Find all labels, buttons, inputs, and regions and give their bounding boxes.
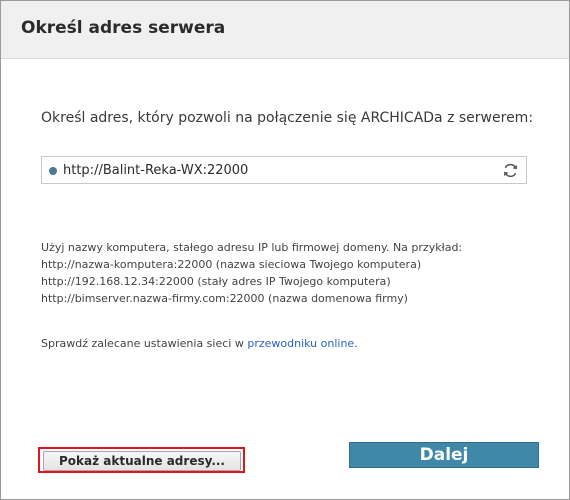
dialog-title: Określ adres serwera: [21, 18, 226, 38]
instruction-text: Określ adres, który pozwoli na połączeni…: [41, 110, 534, 126]
dialog-header: Określ adres serwera: [1, 1, 569, 59]
server-address-dialog: Określ adres serwera Określ adres, który…: [0, 0, 570, 500]
next-button[interactable]: Dalej: [349, 442, 539, 468]
server-address-field[interactable]: http://Balint-Reka-WX:22000: [41, 156, 527, 184]
network-settings-note: Sprawdź zalecane ustawienia sieci w prze…: [41, 337, 358, 350]
address-examples: Użyj nazwy komputera, stałego adresu IP …: [41, 239, 462, 307]
server-address-value[interactable]: http://Balint-Reka-WX:22000: [63, 163, 248, 178]
online-guide-link[interactable]: przewodniku online: [247, 337, 354, 350]
refresh-icon[interactable]: [501, 161, 520, 180]
hint-line: Użyj nazwy komputera, stałego adresu IP …: [41, 241, 463, 254]
status-dot-icon: [49, 167, 57, 175]
network-text: Sprawdź zalecane ustawienia sieci w: [41, 337, 248, 350]
network-suffix: .: [354, 337, 358, 350]
hint-line: http://nazwa-komputera:22000 (nazwa siec…: [41, 258, 422, 271]
hint-line: http://bimserver.nazwa-firmy.com:22000 (…: [41, 292, 408, 305]
hint-line: http://192.168.12.34:22000 (stały adres …: [41, 275, 391, 288]
show-current-addresses-button[interactable]: Pokaż aktualne adresy...: [43, 451, 241, 471]
